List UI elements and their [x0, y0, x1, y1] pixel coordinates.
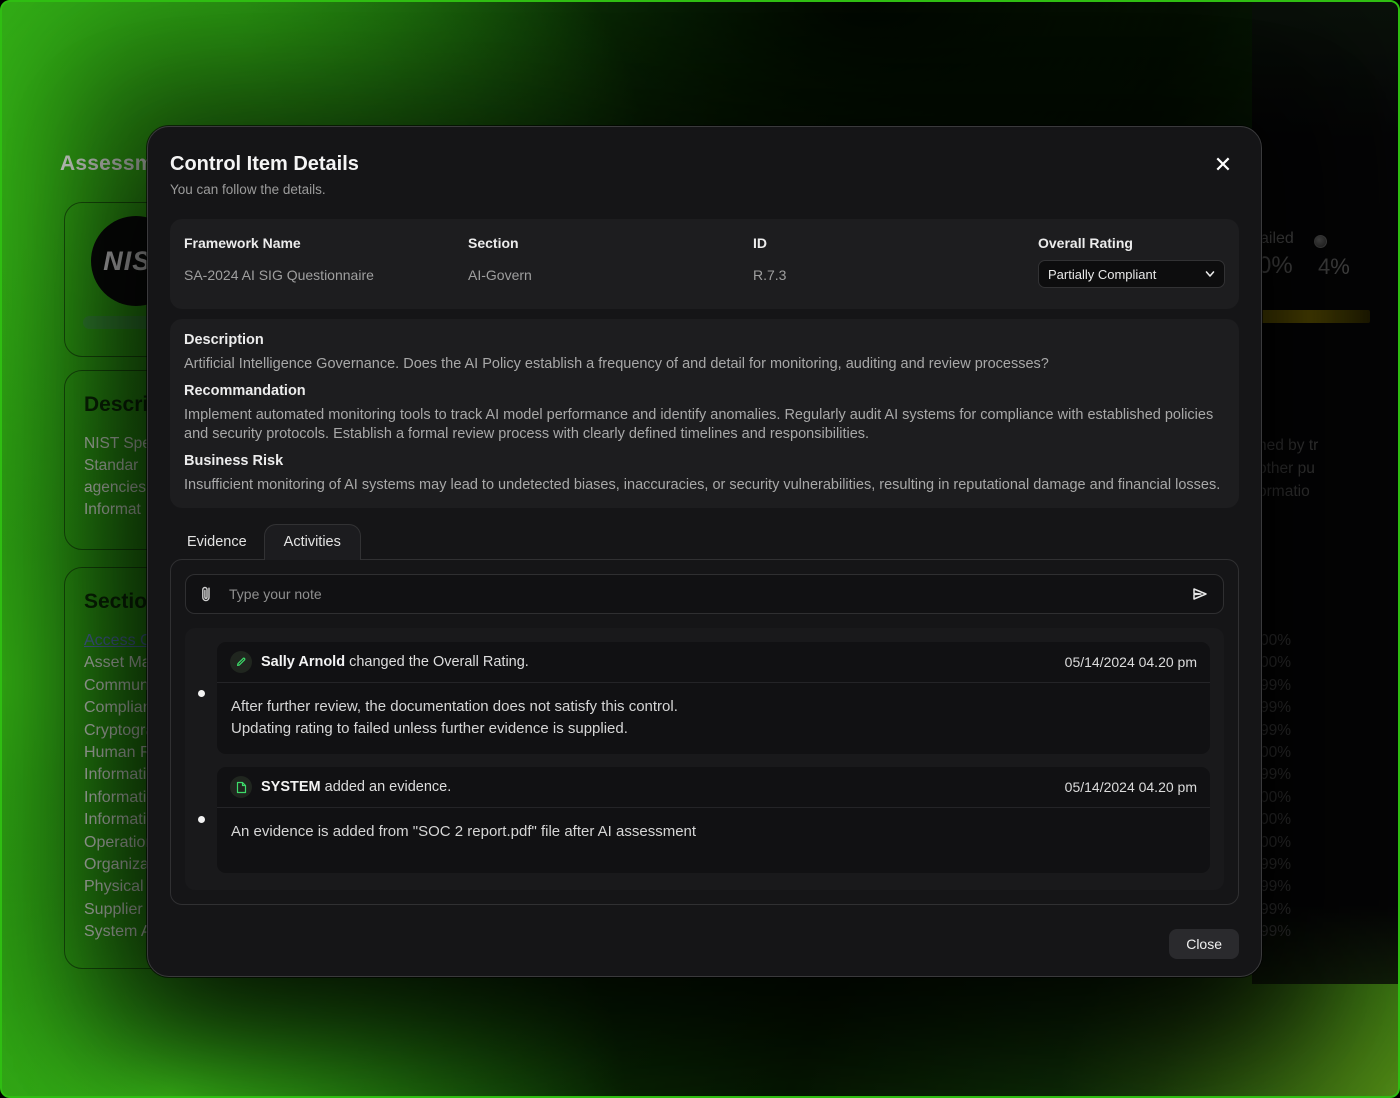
file-icon — [230, 776, 252, 798]
recommendation-text: Implement automated monitoring tools to … — [184, 406, 1225, 444]
send-icon[interactable] — [1189, 583, 1211, 605]
business-risk-label: Business Risk — [184, 453, 1225, 469]
control-item-details-modal: Control Item Details You can follow the … — [147, 126, 1262, 977]
recommendation-label: Recommandation — [184, 383, 1225, 399]
timeline-dot — [198, 690, 205, 697]
stat-value-2: 4% — [1318, 254, 1350, 280]
activity-timestamp: 05/14/2024 04.20 pm — [1065, 779, 1197, 795]
modal-subtitle: You can follow the details. — [170, 182, 1239, 197]
control-info-card: Framework Name SA-2024 AI SIG Questionna… — [170, 219, 1239, 309]
framework-name-field: Framework Name SA-2024 AI SIG Questionna… — [184, 235, 468, 309]
section-field: Section AI-Govern — [468, 235, 753, 309]
activity-body: After further review, the documentation … — [217, 683, 1210, 754]
attachment-icon[interactable] — [198, 583, 220, 605]
tab-activities[interactable]: Activities — [264, 524, 361, 560]
business-risk-text: Insufficient monitoring of AI systems ma… — [184, 476, 1225, 495]
activity-timeline: Sally Arnold changed the Overall Rating.… — [185, 628, 1224, 890]
overall-rating-select[interactable]: Partially Compliant — [1038, 260, 1225, 288]
modal-footer: Close — [170, 929, 1239, 959]
activity-timestamp: 05/14/2024 04.20 pm — [1065, 654, 1197, 670]
modal-title: Control Item Details — [170, 153, 1239, 176]
warning-progress-bar — [1258, 310, 1370, 323]
overall-rating-field: Overall Rating Partially Compliant — [1038, 235, 1225, 309]
activity-title: Sally Arnold changed the Overall Rating. — [261, 654, 1065, 670]
close-button[interactable]: Close — [1169, 929, 1239, 959]
activity-title: SYSTEM added an evidence. — [261, 779, 1065, 795]
stat-value: 0% — [1258, 252, 1293, 280]
control-details-card: Description Artificial Intelligence Gove… — [170, 319, 1239, 508]
activities-panel: Type your note Sally Arnold changed the … — [170, 559, 1239, 905]
activity-item: Sally Arnold changed the Overall Rating.… — [217, 642, 1210, 754]
globe-icon — [1314, 235, 1327, 248]
timeline-dot — [198, 816, 205, 823]
note-input[interactable]: Type your note — [185, 574, 1224, 614]
tab-evidence[interactable]: Evidence — [170, 525, 264, 559]
close-icon[interactable]: ✕ — [1209, 151, 1237, 179]
note-input-placeholder: Type your note — [229, 586, 1189, 602]
activity-item: SYSTEM added an evidence. 05/14/2024 04.… — [217, 767, 1210, 873]
description-label: Description — [184, 332, 1225, 348]
app-background: Assessme NIST Descri NIST Spe Standar ag… — [0, 0, 1400, 1098]
background-right-column: ailed 0% 4% hed by tr other pu ormatio 0… — [1252, 2, 1400, 984]
tab-bar: Evidence Activities — [170, 524, 1239, 559]
id-field: ID R.7.3 — [753, 235, 1038, 309]
section-percentages: 00% 00% 99% 99% 99% 00% 99% 00% 00% 00% … — [1260, 632, 1291, 945]
stat-label: ailed — [1260, 230, 1294, 248]
chevron-down-icon — [1205, 269, 1215, 279]
description-text: Artificial Intelligence Governance. Does… — [184, 355, 1225, 374]
pencil-icon — [230, 651, 252, 673]
activity-body: An evidence is added from "SOC 2 report.… — [217, 808, 1210, 873]
